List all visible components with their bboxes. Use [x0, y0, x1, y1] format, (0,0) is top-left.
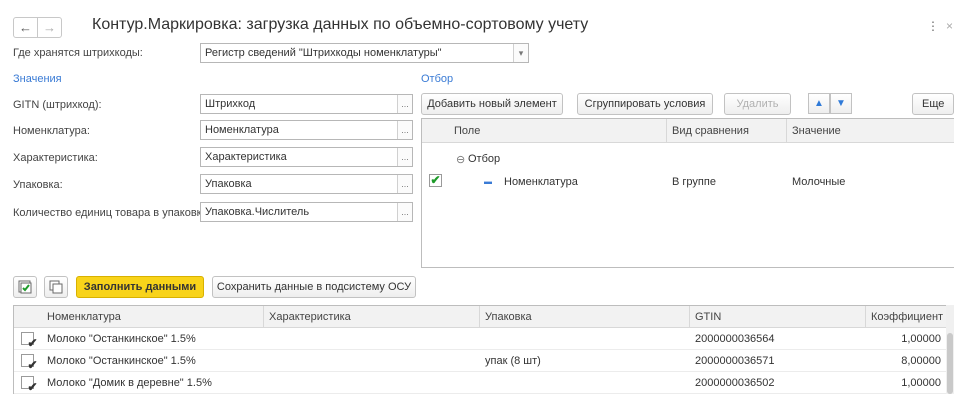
scrollbar-thumb[interactable]: [947, 333, 953, 394]
gtin-field[interactable]: Штрихкод ...: [200, 94, 413, 114]
filter-tree: Поле Вид сравнения Значение ⊖ Отбор ✔ ▬ …: [421, 118, 954, 268]
cell-coefficient: 1,00000: [901, 377, 941, 389]
column-comparison[interactable]: Вид сравнения: [672, 125, 749, 137]
row-checkbox[interactable]: ✔: [21, 332, 38, 349]
nomenclature-value: Номенклатура: [205, 124, 279, 136]
checkmark-icon: ✔: [27, 380, 38, 394]
table-row[interactable]: ✔ Молоко "Останкинское" 1.5% 20000000365…: [14, 328, 954, 350]
checkmark-icon: ✔: [27, 358, 38, 372]
column-coefficient[interactable]: Коэффициент: [871, 311, 943, 323]
gtin-value: Штрихкод: [205, 98, 256, 110]
column-gtin[interactable]: GTIN: [695, 311, 721, 323]
select-more-icon[interactable]: ...: [397, 203, 412, 221]
data-table: Номенклатура Характеристика Упаковка GTI…: [13, 305, 954, 394]
group-conditions-button[interactable]: Сгруппировать условия: [577, 93, 713, 115]
cell-nomenclature: Молоко "Останкинское" 1.5%: [47, 333, 196, 345]
package-label: Упаковка:: [13, 179, 63, 191]
back-button[interactable]: ←: [13, 17, 38, 38]
select-more-icon[interactable]: ...: [397, 148, 412, 166]
column-nomenclature[interactable]: Номенклатура: [47, 311, 121, 323]
column-divider: [263, 306, 264, 328]
add-element-button[interactable]: Добавить новый элемент: [421, 93, 563, 115]
move-down-button[interactable]: ▼: [830, 93, 852, 114]
table-header: Номенклатура Характеристика Упаковка GTI…: [14, 306, 954, 328]
select-more-icon[interactable]: ...: [397, 175, 412, 193]
arrow-up-icon: ▲: [814, 98, 824, 109]
close-icon[interactable]: ×: [946, 19, 953, 33]
more-button[interactable]: Еще: [912, 93, 954, 115]
move-up-button[interactable]: ▲: [808, 93, 830, 114]
check-all-icon: [18, 280, 32, 294]
fill-data-button[interactable]: Заполнить данными: [76, 276, 204, 298]
column-characteristic[interactable]: Характеристика: [269, 311, 351, 323]
select-more-icon[interactable]: ...: [397, 121, 412, 139]
storage-select[interactable]: Регистр сведений "Штрихкоды номенклатуры…: [200, 43, 529, 63]
gtin-label: GITN (штрихкод):: [13, 99, 102, 111]
uncheck-all-icon: [49, 280, 63, 294]
cell-gtin: 2000000036564: [695, 333, 775, 345]
filter-row-checkbox[interactable]: ✔: [429, 174, 442, 187]
row-checkbox[interactable]: ✔: [21, 376, 38, 393]
checkmark-icon: ✔: [430, 173, 441, 187]
package-field[interactable]: Упаковка ...: [200, 174, 413, 194]
collapse-icon[interactable]: ⊖: [456, 153, 465, 166]
characteristic-value: Характеристика: [205, 151, 287, 163]
column-divider: [689, 306, 690, 328]
filter-field-value[interactable]: Номенклатура: [504, 176, 578, 188]
select-more-icon[interactable]: ...: [397, 95, 412, 113]
units-per-package-label: Количество единиц товара в упаковке:: [13, 207, 211, 219]
cell-package: упак (8 шт): [485, 355, 541, 367]
forward-button[interactable]: →: [37, 17, 62, 38]
cell-coefficient: 8,00000: [901, 355, 941, 367]
package-value: Упаковка: [205, 178, 252, 190]
checkmark-icon: ✔: [27, 336, 38, 350]
condition-icon: ▬: [484, 177, 492, 186]
chevron-down-icon[interactable]: ▾: [513, 44, 528, 62]
characteristic-field[interactable]: Характеристика ...: [200, 147, 413, 167]
table-row[interactable]: ✔ Молоко "Останкинское" 1.5% упак (8 шт)…: [14, 350, 954, 372]
nomenclature-field[interactable]: Номенклатура ...: [200, 120, 413, 140]
filter-comparison-value[interactable]: В группе: [672, 176, 716, 188]
column-value[interactable]: Значение: [792, 125, 841, 137]
save-to-osu-button[interactable]: Сохранить данные в подсистему ОСУ: [212, 276, 416, 298]
cell-gtin: 2000000036571: [695, 355, 775, 367]
delete-button[interactable]: Удалить: [724, 93, 791, 115]
filter-root-label: Отбор: [468, 153, 501, 165]
characteristic-label: Характеристика:: [13, 152, 98, 164]
table-scrollbar[interactable]: [946, 305, 954, 394]
filter-value[interactable]: Молочные: [792, 176, 845, 188]
cell-nomenclature: Молоко "Останкинское" 1.5%: [47, 355, 196, 367]
cell-coefficient: 1,00000: [901, 333, 941, 345]
nomenclature-label: Номенклатура:: [13, 125, 90, 137]
storage-label: Где хранятся штрихкоды:: [13, 47, 143, 59]
values-section-title: Значения: [13, 73, 62, 85]
cell-nomenclature: Молоко "Домик в деревне" 1.5%: [47, 377, 212, 389]
column-divider: [865, 306, 866, 328]
check-all-button[interactable]: [13, 276, 37, 298]
units-per-package-field[interactable]: Упаковка.Числитель ...: [200, 202, 413, 222]
arrow-right-icon: →: [43, 20, 56, 35]
cell-gtin: 2000000036502: [695, 377, 775, 389]
filter-section-title: Отбор: [421, 73, 454, 85]
column-divider: [479, 306, 480, 328]
table-row[interactable]: ✔ Молоко "Домик в деревне" 1.5% 20000000…: [14, 372, 954, 394]
row-checkbox[interactable]: ✔: [21, 354, 38, 371]
units-per-package-value: Упаковка.Числитель: [205, 206, 310, 218]
filter-header: Поле Вид сравнения Значение: [422, 119, 954, 143]
uncheck-all-button[interactable]: [44, 276, 68, 298]
column-divider: [666, 119, 667, 143]
column-field[interactable]: Поле: [454, 125, 480, 137]
column-package[interactable]: Упаковка: [485, 311, 532, 323]
window-title: Контур.Маркировка: загрузка данных по об…: [92, 16, 589, 33]
storage-value: Регистр сведений "Штрихкоды номенклатуры…: [205, 47, 442, 59]
more-actions-icon[interactable]: ⋮: [927, 19, 939, 33]
column-divider: [786, 119, 787, 143]
arrow-left-icon: ←: [19, 20, 32, 35]
arrow-down-icon: ▼: [836, 98, 846, 109]
